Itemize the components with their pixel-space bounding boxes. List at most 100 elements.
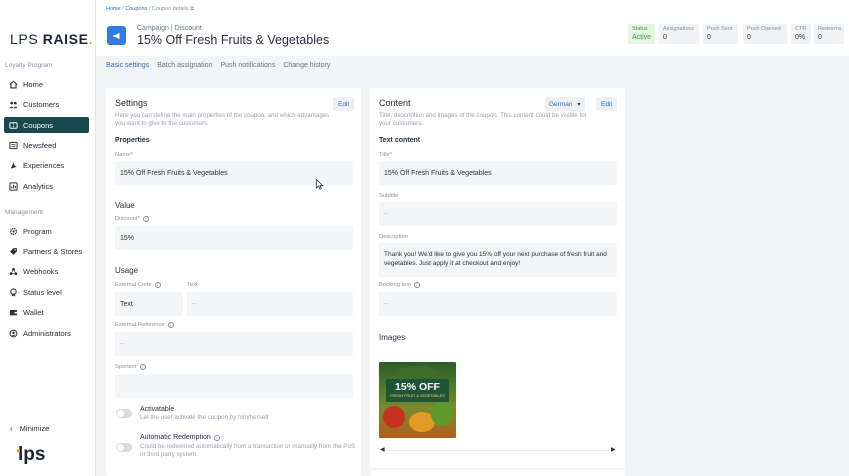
usage-heading: Usage (115, 266, 139, 275)
partners-icon (9, 247, 18, 256)
breadcrumb-coupons[interactable]: Coupons (125, 6, 147, 12)
campaign-icon (107, 26, 126, 45)
image-scroll-track[interactable] (387, 450, 609, 451)
sidebar-item-customers[interactable]: Customers (4, 96, 89, 112)
info-icon[interactable]: i (413, 282, 420, 288)
subtitle-label: Subtitle (379, 193, 399, 199)
sidebar-item-administrators[interactable]: Administrators (4, 325, 89, 341)
stat-ctr: CTR 0% (791, 24, 811, 44)
settings-description: Here you can define the main properties … (115, 112, 330, 127)
sidebar-item-program[interactable]: Program (4, 223, 89, 239)
title-field[interactable]: 15% Off Fresh Fruits & Vegetables (379, 161, 617, 185)
external-reference-field[interactable]: -- (115, 332, 353, 356)
sidebar-item-home[interactable]: Home (4, 76, 89, 92)
page-title: 15% Off Fresh Fruits & Vegetables (137, 33, 330, 47)
chevron-down-icon: ▾ (577, 101, 581, 108)
activatable-toggle[interactable] (116, 409, 132, 418)
brand-dot-icon: ● (16, 446, 21, 455)
auto-redemption-description: Could be redeemed automatically from a t… (140, 443, 355, 458)
subtitle-field[interactable]: -- (379, 202, 617, 226)
coupon-image[interactable]: 15% OFF FRESH FRUIT & VEGETABLES (379, 362, 456, 438)
minimize-button[interactable]: ‹ Minimize (10, 424, 49, 433)
activatable-title: Activatable (140, 406, 175, 413)
sidebar-item-label: Status level (23, 287, 62, 297)
home-icon (9, 80, 18, 89)
next-card-edge (370, 470, 625, 476)
sidebar-item-label: Program (23, 226, 52, 236)
breadcrumb-home[interactable]: Home (106, 6, 121, 12)
name-label: Name* (115, 152, 133, 158)
chevron-left-icon: ‹ (10, 424, 13, 433)
sponsor-field[interactable] (115, 374, 353, 398)
sidebar-item-newsfeed[interactable]: Newsfeed (4, 137, 89, 153)
text-field[interactable]: -- (187, 292, 353, 316)
tab-batch-assignation[interactable]: Batch assignation (157, 62, 212, 69)
sidebar-item-partners[interactable]: Partners & Stores (4, 243, 89, 259)
content-edit-button[interactable]: Edit (596, 97, 618, 111)
sidebar-item-experiences[interactable]: Experiences (4, 157, 89, 173)
section-label-management: Management (5, 209, 43, 216)
stat-push-sent: Push Sent 0 (703, 24, 738, 44)
info-icon[interactable]: i (154, 282, 161, 288)
sidebar-item-wallet[interactable]: Wallet (4, 304, 89, 320)
external-reference-label: External Reference i (115, 322, 174, 328)
info-icon[interactable]: i (213, 434, 220, 441)
customers-icon (9, 100, 18, 109)
sidebar-item-label: Experiences (23, 160, 65, 170)
tab-push-notifications[interactable]: Push notifications (220, 62, 275, 69)
lps-brand-logo: ● lps (16, 444, 46, 465)
app-logo[interactable]: LPS RAISE. (10, 31, 93, 47)
activatable-description: Let the user activate the coupon by him/… (140, 414, 269, 421)
sponsor-label: Sponsor i (115, 364, 146, 370)
page-header: Home / Coupons / Coupon details ⧉ Campai… (96, 0, 849, 56)
info-icon[interactable]: i (142, 216, 149, 222)
description-field[interactable]: Thank you! We'd like to give you 15% off… (379, 243, 617, 277)
booking-text-label: Booking text i (379, 282, 420, 288)
content-description: Title, description and images of the cou… (379, 112, 587, 127)
minimize-label: Minimize (19, 424, 50, 433)
settings-title: Settings (115, 98, 148, 108)
info-icon[interactable]: i (167, 322, 174, 328)
breadcrumb: Home / Coupons / Coupon details ⧉ (106, 6, 195, 12)
sidebar-item-label: Analytics (23, 181, 54, 191)
sidebar-item-label: Administrators (23, 328, 71, 338)
text-label: Text (187, 282, 198, 288)
breadcrumb-current: Coupon details (151, 6, 189, 12)
section-label-loyalty: Loyalty Program (5, 62, 53, 69)
description-label: Description (379, 234, 408, 240)
experiences-icon (9, 161, 18, 170)
newsfeed-icon (9, 141, 18, 150)
scroll-left-icon[interactable]: ◀ (380, 446, 385, 453)
stat-status: Status Active (628, 24, 655, 44)
auto-redemption-toggle[interactable] (116, 443, 132, 452)
analytics-icon (9, 181, 18, 191)
sidebar-item-status-level[interactable]: Status level (4, 284, 89, 300)
tab-bar: Basic settings Batch assignation Push no… (106, 62, 330, 69)
gear-icon (9, 227, 18, 236)
settings-edit-button[interactable]: Edit (333, 97, 355, 111)
sidebar-item-webhooks[interactable]: Webhooks (4, 263, 89, 279)
language-select[interactable]: German ▾ (545, 97, 585, 111)
stat-push-opened: Push Opened 0 (743, 24, 787, 44)
tab-basic-settings[interactable]: Basic settings (106, 62, 149, 69)
info-icon[interactable]: i (139, 364, 146, 370)
sidebar-item-label: Wallet (23, 307, 44, 317)
discount-field[interactable]: 15% (115, 226, 353, 250)
mouse-cursor-icon (316, 177, 324, 195)
images-heading: Images (379, 333, 406, 342)
discount-label: Discount* i (115, 216, 149, 222)
tab-change-history[interactable]: Change history (283, 62, 330, 69)
sidebar-item-analytics[interactable]: Analytics (4, 178, 89, 194)
copy-icon[interactable]: ⧉ (190, 6, 194, 12)
external-code-select[interactable]: Text (115, 292, 183, 316)
coupon-icon (9, 121, 18, 130)
booking-text-field[interactable]: -- (379, 292, 617, 316)
external-code-label: External Code i (115, 282, 161, 288)
wallet-icon (9, 308, 18, 317)
stat-assignations: Assignations 0 (659, 24, 699, 44)
campaign-subtitle: Campaign | Discount (137, 25, 202, 32)
stat-redeems: Redeems 0 (814, 24, 844, 44)
scroll-right-icon[interactable]: ▶ (611, 446, 616, 453)
sidebar-item-coupons[interactable]: Coupons (4, 117, 89, 133)
sidebar-item-label: Webhooks (23, 266, 59, 276)
